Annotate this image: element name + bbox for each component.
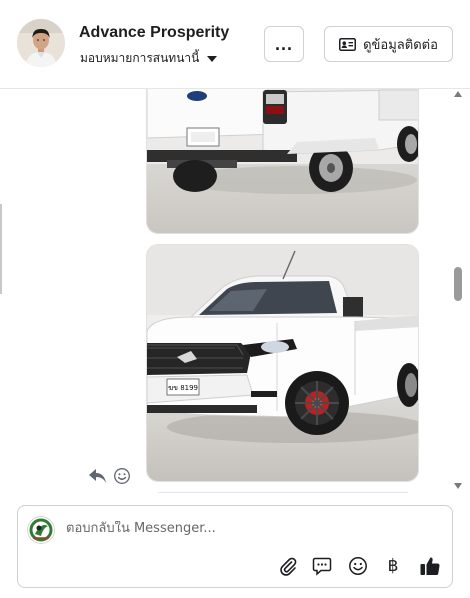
- attach-button[interactable]: [277, 555, 299, 577]
- like-button[interactable]: [419, 555, 441, 577]
- scrollbar[interactable]: [452, 89, 464, 493]
- conversation-header: Advance Prosperity มอบหมายการสนทนานี้ ..…: [0, 0, 470, 89]
- reply-composer: ฿: [17, 505, 453, 588]
- license-plate-text: ฆข 8199: [168, 384, 198, 392]
- contact-card-icon: [339, 37, 357, 51]
- message-thread[interactable]: ฆข 8199: [0, 89, 470, 493]
- avatar[interactable]: [17, 19, 65, 67]
- page-logo-icon: [27, 516, 55, 544]
- divider: [0, 204, 2, 294]
- saved-reply-button[interactable]: [311, 555, 333, 577]
- divider: [158, 492, 408, 493]
- scroll-thumb[interactable]: [454, 267, 462, 301]
- reply-icon[interactable]: [88, 467, 108, 485]
- emoji-button[interactable]: [347, 555, 369, 577]
- page-name[interactable]: Advance Prosperity: [79, 24, 229, 42]
- emoji-icon: [349, 557, 367, 575]
- message-photo[interactable]: ฆข 8199: [146, 244, 419, 482]
- more-options-button[interactable]: ...: [264, 26, 304, 62]
- scroll-down-icon[interactable]: [454, 483, 462, 489]
- view-contact-label: ดูข้อมูลติดต่อ: [363, 37, 438, 53]
- assign-label: มอบหมายการสนทนานี้: [80, 51, 200, 65]
- baht-icon: ฿: [387, 556, 399, 576]
- reply-input[interactable]: [66, 521, 426, 536]
- paperclip-icon: [280, 557, 297, 576]
- message-photo[interactable]: [146, 89, 419, 234]
- view-contact-button[interactable]: ดูข้อมูลติดต่อ: [324, 26, 453, 62]
- chat-bubble-icon: [312, 557, 332, 576]
- thumbs-up-icon: [420, 557, 440, 575]
- emoji-icon[interactable]: [113, 467, 131, 485]
- messenger-window: Advance Prosperity มอบหมายการสนทนานี้ ..…: [0, 0, 470, 598]
- assign-conversation-dropdown[interactable]: มอบหมายการสนทนานี้: [80, 49, 218, 68]
- scroll-up-icon[interactable]: [454, 91, 462, 97]
- payment-button[interactable]: ฿: [382, 555, 404, 577]
- chevron-down-icon: [207, 55, 218, 62]
